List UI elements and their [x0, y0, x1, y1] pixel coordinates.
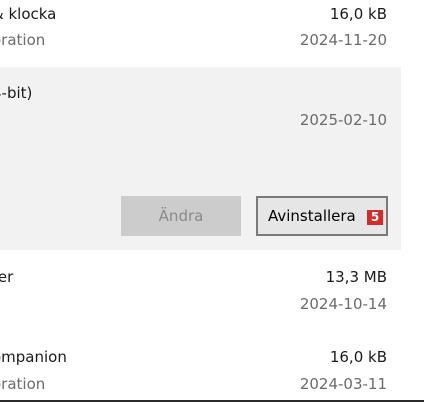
app-name: 4-bit)	[0, 84, 33, 102]
app-size: 16,0 kB	[329, 348, 387, 366]
app-install-date: 2024-10-14	[299, 295, 387, 313]
list-item[interactable]: & klocka 16,0 kB oration 2024-11-20	[0, 0, 401, 60]
list-item[interactable]: ompanion 16,0 kB oration 2024-03-11	[0, 338, 401, 400]
app-name: ter	[0, 268, 14, 286]
app-install-date: 2024-11-20	[299, 31, 387, 49]
uninstall-badge: 5	[367, 210, 383, 225]
app-size: 13,3 MB	[325, 268, 387, 286]
app-install-date: 2024-03-11	[299, 375, 387, 393]
app-name: ompanion	[0, 348, 67, 366]
app-publisher: oration	[0, 375, 46, 393]
app-size: 16,0 kB	[329, 5, 387, 23]
uninstall-button[interactable]: Avinstallera 5	[256, 196, 388, 236]
installed-apps-list: & klocka 16,0 kB oration 2024-11-20 4-bi…	[0, 0, 424, 402]
app-install-date: 2025-02-10	[299, 111, 387, 129]
uninstall-button-label: Avinstallera	[268, 207, 356, 225]
app-name: & klocka	[0, 5, 57, 23]
app-publisher: oration	[0, 31, 46, 49]
list-item[interactable]: ter 13,3 MB 2024-10-14	[0, 258, 401, 324]
change-button[interactable]: Ändra	[121, 196, 241, 236]
